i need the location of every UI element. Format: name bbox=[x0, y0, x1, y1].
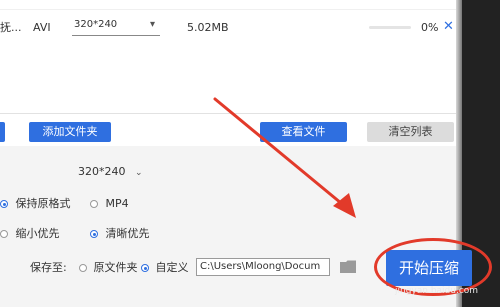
radio-checked-icon[interactable] bbox=[141, 264, 149, 272]
format-mp4-label: MP4 bbox=[105, 197, 129, 210]
file-list-row: 抚... AVI 320*240 ▾ 5.02MB 0% ✕ bbox=[0, 0, 458, 53]
progress-percent: 0% bbox=[421, 21, 439, 34]
add-file-button[interactable] bbox=[0, 122, 5, 142]
file-size: 5.02MB bbox=[187, 21, 229, 34]
radio-checked-icon[interactable] bbox=[90, 230, 98, 238]
radio-checked-icon[interactable] bbox=[0, 200, 8, 208]
save-original-folder-option[interactable]: 原文件夹 bbox=[79, 261, 138, 275]
priority-clear-option[interactable]: 清晰优先 bbox=[90, 227, 150, 241]
resolution-value: 320*240 bbox=[74, 19, 118, 30]
save-original-folder-label: 原文件夹 bbox=[93, 261, 138, 274]
format-original-option[interactable]: 保持原格式 bbox=[0, 197, 71, 211]
clear-list-button[interactable]: 清空列表 bbox=[367, 122, 454, 142]
save-custom-label: 自定义 bbox=[155, 261, 189, 274]
file-name: 抚... bbox=[0, 21, 22, 34]
watermark: jingyan.baidu.com bbox=[395, 286, 479, 296]
radio-unchecked-icon[interactable] bbox=[79, 264, 87, 272]
add-folder-button[interactable]: 添加文件夹 bbox=[29, 122, 111, 142]
output-resolution-value: 320*240 bbox=[78, 165, 126, 178]
file-list-empty-area bbox=[0, 52, 458, 114]
folder-icon[interactable] bbox=[340, 260, 356, 273]
save-custom-option[interactable]: 自定义 bbox=[141, 261, 189, 275]
radio-unchecked-icon[interactable] bbox=[0, 230, 8, 238]
chevron-down-icon: ⌄ bbox=[135, 168, 143, 178]
row-divider bbox=[0, 9, 458, 10]
save-path-input[interactable]: C:\Users\Mloong\Docum bbox=[196, 258, 330, 276]
progress-bar bbox=[369, 26, 411, 29]
save-to-label: 保存至: bbox=[30, 261, 67, 274]
format-original-label: 保持原格式 bbox=[15, 197, 71, 210]
priority-clear-label: 清晰优先 bbox=[105, 227, 150, 240]
output-resolution-select[interactable]: 320*240 ⌄ bbox=[78, 165, 143, 179]
divider bbox=[0, 113, 458, 114]
view-file-button[interactable]: 查看文件 bbox=[260, 122, 347, 142]
format-mp4-option[interactable]: MP4 bbox=[90, 197, 129, 211]
radio-unchecked-icon[interactable] bbox=[90, 200, 98, 208]
resolution-select[interactable]: 320*240 ▾ bbox=[72, 17, 160, 36]
priority-small-label: 缩小优先 bbox=[15, 227, 60, 240]
file-format: AVI bbox=[33, 21, 51, 34]
priority-small-option[interactable]: 缩小优先 bbox=[0, 227, 60, 241]
remove-file-icon[interactable]: ✕ bbox=[443, 19, 454, 35]
chevron-down-icon: ▾ bbox=[150, 19, 156, 30]
